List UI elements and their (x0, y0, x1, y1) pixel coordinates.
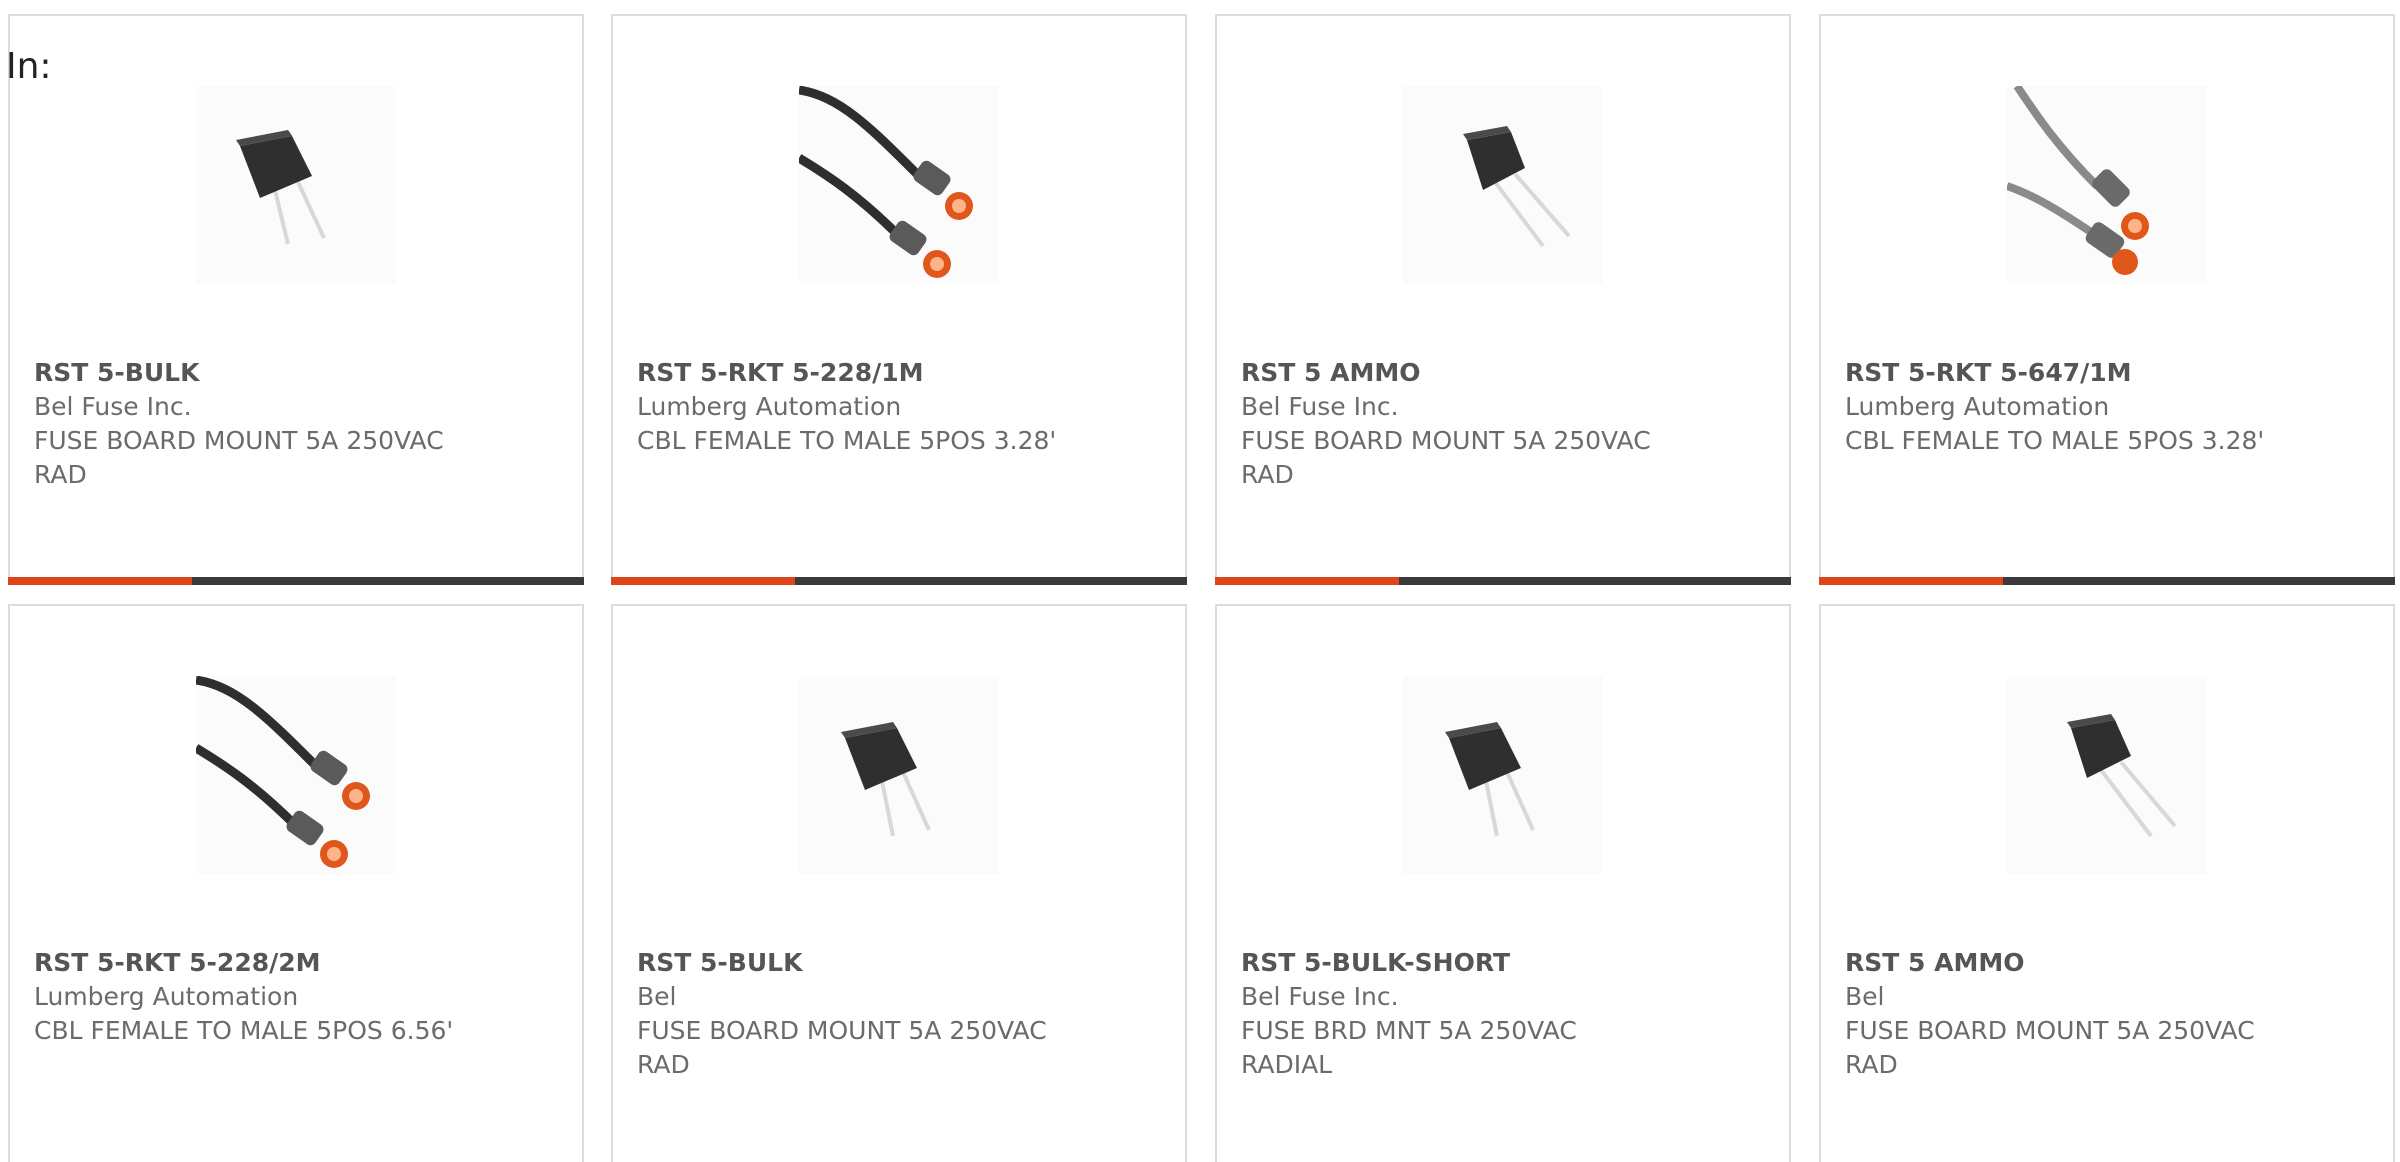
part-number-link[interactable]: RST 5-BULK-SHORT (1241, 946, 1661, 980)
product-card[interactable]: RST 5-RKT 5-228/2M Lumberg Automation CB… (8, 604, 584, 1162)
product-description: FUSE BOARD MOUNT 5A 250VAC RAD (637, 1016, 1047, 1079)
card-progress-bar (611, 577, 1187, 585)
radial-fuse-image[interactable] (1403, 676, 1603, 874)
part-number-link[interactable]: RST 5-BULK (637, 946, 1057, 980)
sensor-cable-dark-image[interactable] (799, 86, 999, 284)
part-number-link[interactable]: RST 5 AMMO (1845, 946, 2265, 980)
manufacturer-name: Bel Fuse Inc. (1241, 982, 1399, 1011)
product-card[interactable]: RST 5-RKT 5-228/1M Lumberg Automation CB… (611, 14, 1187, 585)
radial-fuse-image[interactable] (196, 86, 396, 284)
product-info: RST 5 AMMO Bel Fuse Inc. FUSE BOARD MOUN… (1241, 356, 1661, 492)
card-progress-fill (1819, 577, 2004, 585)
in-filter-label: In: (6, 46, 52, 87)
product-grid: RST 5-BULK Bel Fuse Inc. FUSE BOARD MOUN… (0, 0, 2400, 1162)
product-description: FUSE BRD MNT 5A 250VAC RADIAL (1241, 1016, 1577, 1079)
sensor-cable-dark-image[interactable] (196, 676, 396, 874)
product-description: FUSE BOARD MOUNT 5A 250VAC RAD (1845, 1016, 2255, 1079)
product-info: RST 5-BULK Bel Fuse Inc. FUSE BOARD MOUN… (34, 356, 454, 492)
radial-fuse-image[interactable] (2007, 676, 2207, 874)
product-info: RST 5-RKT 5-647/1M Lumberg Automation CB… (1845, 356, 2265, 458)
manufacturer-name: Lumberg Automation (1845, 392, 2110, 421)
manufacturer-name: Bel Fuse Inc. (1241, 392, 1399, 421)
sensor-cable-gray-image[interactable] (2007, 86, 2207, 284)
manufacturer-name: Lumberg Automation (637, 392, 902, 421)
product-card[interactable]: RST 5-BULK-SHORT Bel Fuse Inc. FUSE BRD … (1215, 604, 1791, 1162)
card-progress-fill (8, 577, 193, 585)
product-card[interactable]: RST 5 AMMO Bel FUSE BOARD MOUNT 5A 250VA… (1819, 604, 2395, 1162)
card-progress-bar (8, 577, 584, 585)
radial-fuse-image[interactable] (1403, 86, 1603, 284)
card-progress-fill (611, 577, 796, 585)
part-number-link[interactable]: RST 5-BULK (34, 356, 454, 390)
radial-fuse-image[interactable] (799, 676, 999, 874)
card-progress-bar (1819, 577, 2395, 585)
product-info: RST 5 AMMO Bel FUSE BOARD MOUNT 5A 250VA… (1845, 946, 2265, 1082)
product-grid-page: In: RST 5-BULK Bel Fuse Inc. FUSE BOARD … (0, 0, 2400, 1162)
product-card[interactable]: RST 5-RKT 5-647/1M Lumberg Automation CB… (1819, 14, 2395, 585)
product-description: FUSE BOARD MOUNT 5A 250VAC RAD (34, 426, 444, 489)
manufacturer-name: Lumberg Automation (34, 982, 299, 1011)
product-description: CBL FEMALE TO MALE 5POS 3.28' (1845, 426, 2265, 455)
part-number-link[interactable]: RST 5-RKT 5-228/1M (637, 356, 1057, 390)
part-number-link[interactable]: RST 5-RKT 5-228/2M (34, 946, 454, 980)
part-number-link[interactable]: RST 5-RKT 5-647/1M (1845, 356, 2265, 390)
manufacturer-name: Bel (1845, 982, 1885, 1011)
product-description: CBL FEMALE TO MALE 5POS 6.56' (34, 1016, 454, 1045)
product-card[interactable]: RST 5-BULK Bel FUSE BOARD MOUNT 5A 250VA… (611, 604, 1187, 1162)
product-description: FUSE BOARD MOUNT 5A 250VAC RAD (1241, 426, 1651, 489)
manufacturer-name: Bel (637, 982, 677, 1011)
product-card[interactable]: RST 5-BULK Bel Fuse Inc. FUSE BOARD MOUN… (8, 14, 584, 585)
card-progress-fill (1215, 577, 1400, 585)
product-info: RST 5-BULK Bel FUSE BOARD MOUNT 5A 250VA… (637, 946, 1057, 1082)
product-card[interactable]: RST 5 AMMO Bel Fuse Inc. FUSE BOARD MOUN… (1215, 14, 1791, 585)
product-description: CBL FEMALE TO MALE 5POS 3.28' (637, 426, 1057, 455)
product-info: RST 5-RKT 5-228/1M Lumberg Automation CB… (637, 356, 1057, 458)
part-number-link[interactable]: RST 5 AMMO (1241, 356, 1661, 390)
product-info: RST 5-BULK-SHORT Bel Fuse Inc. FUSE BRD … (1241, 946, 1661, 1082)
manufacturer-name: Bel Fuse Inc. (34, 392, 192, 421)
card-progress-bar (1215, 577, 1791, 585)
product-info: RST 5-RKT 5-228/2M Lumberg Automation CB… (34, 946, 454, 1048)
